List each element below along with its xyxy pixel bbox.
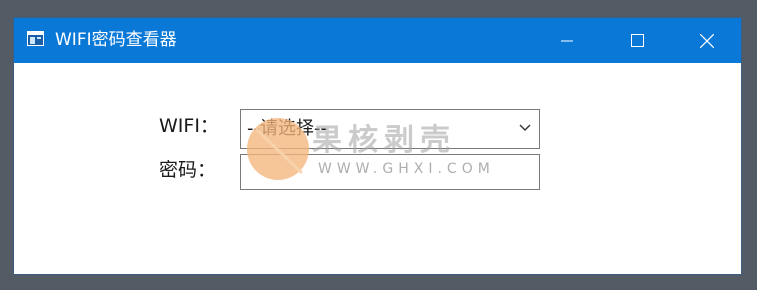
maximize-button[interactable]: [614, 18, 660, 63]
watermark-url: WWW.GHXI.COM: [318, 161, 495, 177]
close-button[interactable]: [684, 18, 730, 63]
window-content: WIFI： --请选择-- 密码： 果核剥壳 WWW.GHXI.COM: [14, 63, 741, 274]
minimize-icon: [561, 40, 573, 41]
maximize-icon: [630, 34, 644, 47]
wifi-label: WIFI：: [159, 115, 219, 137]
close-icon: [700, 33, 714, 48]
watermark-text: 果核剥壳: [312, 123, 456, 158]
minimize-button[interactable]: [544, 18, 590, 63]
chevron-down-icon: [519, 124, 531, 131]
window-title: WIFI密码查看器: [55, 30, 177, 50]
app-window: WIFI密码查看器 WIFI： --请选择-- 密码： 果核剥壳 WWW.GHX…: [14, 18, 741, 274]
password-label: 密码：: [159, 159, 217, 181]
title-bar[interactable]: WIFI密码查看器: [14, 18, 741, 63]
app-icon: [27, 31, 44, 46]
